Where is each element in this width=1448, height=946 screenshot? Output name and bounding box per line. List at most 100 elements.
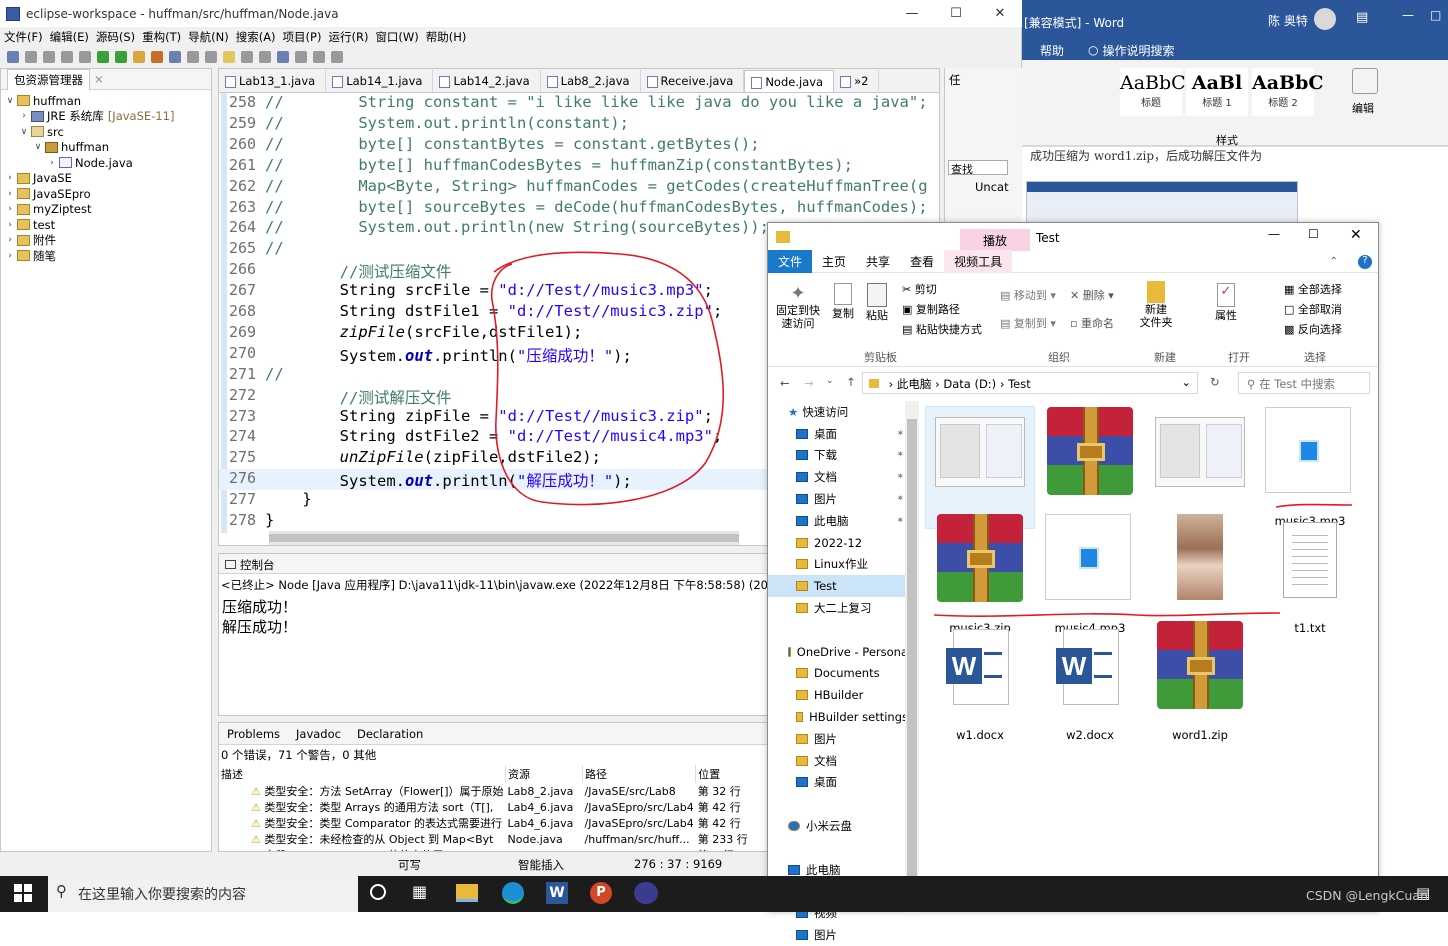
toolbar-icon[interactable] [151, 51, 163, 63]
find-input[interactable]: 查找 [948, 160, 1008, 176]
menu-item[interactable]: 帮助(H) [426, 29, 467, 45]
breadcrumb[interactable]: Test [1008, 377, 1031, 391]
table-row[interactable]: ⚠ 类型安全：未经检查的从 Object 到 Map<Byt Node.java /… [219, 831, 767, 847]
toolbar-icon[interactable] [205, 51, 217, 63]
column-location[interactable]: 位置 [695, 765, 767, 783]
sidebar-item[interactable]: 图片 ✶ [768, 488, 908, 510]
context-tab-play[interactable]: 播放 [960, 229, 1030, 251]
twisty-icon[interactable]: › [47, 158, 57, 168]
up-icon[interactable]: ↑ [846, 375, 856, 389]
horizontal-scrollbar[interactable] [269, 531, 739, 545]
twisty-icon[interactable]: › [5, 189, 15, 199]
tell-me-search[interactable]: 操作说明搜索 [1103, 42, 1175, 59]
breadcrumb[interactable]: 此电脑 [897, 377, 932, 391]
tree-item[interactable]: ∨ huffman [1, 93, 211, 109]
twisty-icon[interactable]: › [5, 251, 15, 261]
close-button[interactable]: ✕ [1350, 227, 1362, 243]
restore-button[interactable]: □ [1430, 8, 1441, 22]
editor-tab[interactable]: Receive.java [641, 70, 745, 92]
style-heading[interactable]: AaBbC 标题 [1120, 68, 1186, 116]
tab-video-tools[interactable]: 视频工具 [944, 250, 1013, 273]
help-icon[interactable]: ? [1358, 254, 1372, 269]
invert-selection-button[interactable]: ▩ 反向选择 [1284, 321, 1342, 337]
tree-item[interactable]: ∨ src [1, 124, 211, 140]
editor-tab[interactable]: »2 [834, 70, 880, 92]
toolbar-icon[interactable] [43, 51, 55, 63]
editor-tab[interactable]: Lab14_1.java [326, 70, 434, 92]
cut-button[interactable]: ✂ 剪切 [902, 281, 937, 297]
menu-item[interactable]: 项目(P) [283, 29, 322, 45]
sidebar-item[interactable]: 下载 ✶ [768, 445, 908, 467]
toolbar-icon[interactable] [223, 51, 235, 63]
word-taskbar-icon[interactable]: W [546, 882, 568, 904]
tree-item[interactable]: › Node.java [1, 155, 211, 171]
paste-shortcut-button[interactable]: ▤ 粘贴快捷方式 [902, 321, 982, 337]
minimize-button[interactable]: — [1402, 8, 1414, 22]
sidebar-item[interactable]: Documents [768, 663, 908, 685]
close-button[interactable]: ✕ [978, 6, 1022, 21]
maximize-button[interactable]: ☐ [1308, 227, 1319, 241]
tab-declaration[interactable]: Declaration [357, 727, 423, 741]
table-row[interactable]: ⚠ 类型安全：类型 Arrays 的通用方法 sort（T[], Lab4_6.j… [219, 799, 767, 815]
avatar[interactable] [1314, 8, 1336, 30]
tree-item[interactable]: › 随笔 [1, 248, 211, 264]
nav-scrollbar[interactable] [905, 401, 919, 913]
windows-start-icon[interactable] [14, 884, 32, 902]
column-path[interactable]: 路径 [582, 765, 697, 783]
sidebar-item[interactable]: ★ 快速访问 [768, 401, 908, 423]
twisty-icon[interactable]: › [5, 204, 15, 214]
cortana-icon[interactable] [370, 884, 386, 900]
breadcrumb[interactable]: Data (D:) [943, 377, 996, 391]
address-bar[interactable]: › 此电脑 › Data (D:) › Test ⌄ [862, 372, 1198, 394]
twisty-icon[interactable]: › [5, 173, 15, 183]
tab-share[interactable]: 共享 [856, 250, 900, 273]
editor-tab[interactable]: Lab8_2.java [541, 70, 641, 92]
chevron-up-icon[interactable]: ⌃ [1320, 253, 1348, 270]
edge-icon[interactable] [502, 882, 524, 904]
table-row[interactable]: ⚠ 类型安全：方法 SetArray（Flower[]）属于原始 Lab8_2.j… [219, 783, 767, 799]
menu-item[interactable]: 搜索(A) [236, 29, 276, 45]
twisty-icon[interactable]: › [19, 111, 29, 121]
tree-item[interactable]: › JRE 系统库 [JavaSE-11] [1, 109, 211, 125]
tree-item[interactable]: › test [1, 217, 211, 233]
toolbar-icon[interactable] [7, 51, 19, 63]
toolbar-icon[interactable] [97, 51, 109, 63]
copy-to-button[interactable]: ▤ 复制到 ▾ [1000, 315, 1056, 331]
sidebar-item[interactable]: 文档 ✶ [768, 466, 908, 488]
ribbon-display-icon[interactable]: ▤ [1356, 10, 1368, 25]
sidebar-item[interactable]: 图片 [768, 728, 908, 750]
toolbar-icon[interactable] [169, 51, 181, 63]
style-heading-1[interactable]: AaBl 标题 1 [1186, 68, 1248, 116]
column-resource[interactable]: 资源 [505, 765, 584, 783]
tree-item[interactable]: › 附件 [1, 233, 211, 249]
toolbar-icon[interactable] [133, 51, 145, 63]
delete-button[interactable]: ✕ 删除 ▾ [1070, 287, 1114, 303]
task-list-tab[interactable]: 任 [945, 68, 1022, 92]
task-view-icon[interactable]: ▦ [412, 882, 427, 901]
menu-item[interactable]: 窗口(W) [375, 29, 418, 45]
sidebar-item[interactable]: HBuilder [768, 684, 908, 706]
twisty-icon[interactable]: ∨ [33, 142, 43, 152]
menu-item[interactable]: 源码(S) [96, 29, 135, 45]
table-row[interactable]: ⚠ 类型安全：类型 Comparator 的表达式需要进行 Lab4_6.java… [219, 815, 767, 831]
sidebar-item[interactable]: 大二上复习 [768, 597, 908, 619]
copy-path-button[interactable]: ▣ 复制路径 [902, 301, 960, 317]
twisty-icon[interactable]: ∨ [19, 127, 29, 137]
menu-item[interactable]: 文件(F) [4, 29, 43, 45]
chevron-down-icon[interactable]: ⌄ [826, 376, 834, 386]
package-explorer-tab[interactable]: 包资源管理器 [7, 68, 90, 90]
file-explorer-taskbar-icon[interactable] [456, 884, 478, 902]
menu-item[interactable]: 运行(R) [328, 29, 368, 45]
sidebar-item[interactable]: 2022-12 [768, 532, 908, 554]
sidebar-item[interactable]: HBuilder settings [768, 706, 908, 728]
search-icon[interactable] [1352, 68, 1378, 94]
twisty-icon[interactable]: › [5, 235, 15, 245]
console-tab[interactable]: 控制台 [240, 558, 275, 572]
editor-tab[interactable]: Lab13_1.java [219, 70, 327, 92]
tree-item[interactable]: › myZiptest [1, 202, 211, 218]
minimize-button[interactable]: — [890, 6, 934, 21]
close-icon[interactable]: × [94, 72, 104, 86]
menu-item[interactable]: 编辑(E) [50, 29, 89, 45]
toolbar-icon[interactable] [259, 51, 271, 63]
select-all-button[interactable]: ▦ 全部选择 [1284, 281, 1342, 297]
